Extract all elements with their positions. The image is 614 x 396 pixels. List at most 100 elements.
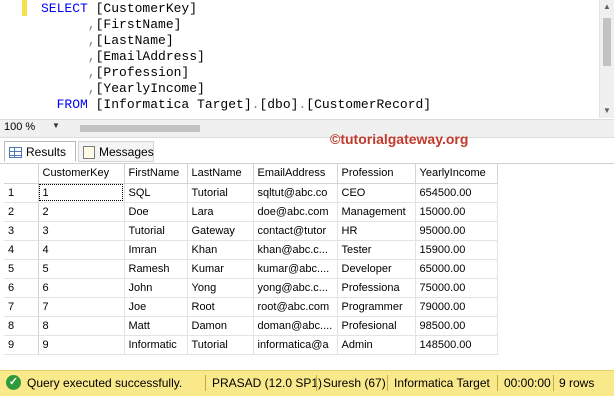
table-cell[interactable]: 5 (38, 259, 125, 279)
table-row[interactable]: 7 7 Joe Root root@abc.com Programmer 79000.00 (4, 297, 498, 317)
code-line[interactable]: FROM [Informatica Target].[dbo].[Custome… (41, 97, 432, 113)
table-cell[interactable]: 79000.00 (415, 297, 498, 317)
column-header[interactable]: YearlyIncome (415, 164, 498, 184)
scrollbar-thumb[interactable] (603, 18, 611, 66)
table-cell[interactable]: Kumar (187, 259, 254, 279)
table-row[interactable]: 3 3 Tutorial Gateway contact@tutor HR 95000.00 (4, 221, 498, 241)
table-cell[interactable]: John (124, 278, 188, 298)
table-cell[interactable]: CEO (337, 183, 416, 203)
code-line[interactable]: ,[EmailAddress] (41, 49, 431, 65)
column-header[interactable]: LastName (187, 164, 254, 184)
table-row[interactable]: 8 8 Matt Damon doman@abc.... Profesional 98500… (4, 316, 498, 336)
table-cell[interactable]: yong@abc.c... (253, 278, 338, 298)
table-row[interactable]: 4 4 Imran Khan khan@abc.c... Tester 15900.00 (4, 240, 498, 260)
code-line[interactable]: ,[Profession] (41, 65, 431, 81)
table-cell[interactable]: Joe (124, 297, 188, 317)
table-cell[interactable]: Imran (124, 240, 188, 260)
row-number[interactable]: 9 (4, 335, 39, 355)
table-cell[interactable]: Khan (187, 240, 254, 260)
table-cell[interactable]: Damon (187, 316, 254, 336)
table-cell[interactable]: 75000.00 (415, 278, 498, 298)
table-cell[interactable]: 654500.00 (415, 183, 498, 203)
table-cell[interactable]: Root (187, 297, 254, 317)
table-cell[interactable]: Informatic (124, 335, 188, 355)
row-number[interactable]: 3 (4, 221, 39, 241)
table-cell[interactable]: sqltut@abc.co (253, 183, 338, 203)
table-row[interactable]: 5 5 Ramesh Kumar kumar@abc.... Developer 65000… (4, 259, 498, 279)
scrollbar-thumb[interactable] (80, 125, 200, 132)
table-cell[interactable]: Tester (337, 240, 416, 260)
zoom-level[interactable]: 100 % (4, 121, 35, 133)
table-cell[interactable]: doman@abc.... (253, 316, 338, 336)
column-header[interactable]: FirstName (124, 164, 188, 184)
status-database: Informatica Target (394, 376, 490, 390)
sql-code[interactable]: SELECT [CustomerKey] ,[FirstName] ,[Last… (41, 1, 431, 113)
tab-results[interactable]: Results (4, 141, 76, 162)
chevron-down-icon[interactable]: ▼ (52, 121, 60, 130)
table-cell[interactable]: 9 (38, 335, 125, 355)
table-cell[interactable]: Tutorial (187, 183, 254, 203)
table-cell[interactable]: 148500.00 (415, 335, 498, 355)
table-cell[interactable]: 98500.00 (415, 316, 498, 336)
table-cell[interactable]: SQL (124, 183, 188, 203)
row-number-header[interactable] (4, 164, 39, 184)
table-cell[interactable]: 15000.00 (415, 202, 498, 222)
table-cell[interactable]: Tutorial (187, 335, 254, 355)
table-cell[interactable]: Tutorial (124, 221, 188, 241)
table-row[interactable]: 1 1 SQL Tutorial sqltut@abc.co CEO 654500.00 (4, 183, 498, 203)
table-cell[interactable]: 3 (38, 221, 125, 241)
table-cell[interactable]: 15900.00 (415, 240, 498, 260)
table-cell[interactable]: Lara (187, 202, 254, 222)
tab-messages[interactable]: Messages (78, 141, 154, 162)
table-cell[interactable]: Developer (337, 259, 416, 279)
sql-editor[interactable]: SELECT [CustomerKey] ,[FirstName] ,[Last… (0, 0, 614, 118)
table-cell[interactable]: 4 (38, 240, 125, 260)
column-header[interactable]: CustomerKey (38, 164, 125, 184)
table-cell[interactable]: 95000.00 (415, 221, 498, 241)
row-number[interactable]: 1 (4, 183, 39, 203)
table-cell[interactable]: Gateway (187, 221, 254, 241)
scroll-up-icon[interactable]: ▲ (600, 0, 614, 14)
table-cell[interactable]: 1 (38, 183, 125, 203)
code-line[interactable]: ,[FirstName] (41, 17, 431, 33)
editor-vertical-scrollbar[interactable]: ▲ ▼ (599, 0, 614, 118)
results-grid[interactable]: CustomerKey FirstName LastName EmailAddr… (0, 164, 614, 370)
code-line[interactable]: ,[LastName] (41, 33, 431, 49)
row-number[interactable]: 7 (4, 297, 39, 317)
table-cell[interactable]: contact@tutor (253, 221, 338, 241)
table-cell[interactable]: doe@abc.com (253, 202, 338, 222)
code-line[interactable]: ,[YearlyIncome] (41, 81, 431, 97)
table-cell[interactable]: Programmer (337, 297, 416, 317)
table-cell[interactable]: Management (337, 202, 416, 222)
table-row[interactable]: 6 6 John Yong yong@abc.c... Professiona 75000.… (4, 278, 498, 298)
table-row[interactable]: 9 9 Informatic Tutorial informatica@a Admin 14… (4, 335, 498, 355)
row-number[interactable]: 8 (4, 316, 39, 336)
table-cell[interactable]: 6 (38, 278, 125, 298)
column-header[interactable]: Profession (337, 164, 416, 184)
table-row[interactable]: 2 2 Doe Lara doe@abc.com Management 15000.00 (4, 202, 498, 222)
row-number[interactable]: 6 (4, 278, 39, 298)
table-cell[interactable]: root@abc.com (253, 297, 338, 317)
code-line[interactable]: SELECT [CustomerKey] (41, 1, 431, 17)
table-cell[interactable]: Matt (124, 316, 188, 336)
row-number[interactable]: 2 (4, 202, 39, 222)
table-cell[interactable]: Profesional (337, 316, 416, 336)
table-cell[interactable]: Ramesh (124, 259, 188, 279)
table-cell[interactable]: khan@abc.c... (253, 240, 338, 260)
table-cell[interactable]: kumar@abc.... (253, 259, 338, 279)
table-cell[interactable]: Admin (337, 335, 416, 355)
row-number[interactable]: 5 (4, 259, 39, 279)
table-cell[interactable]: 65000.00 (415, 259, 498, 279)
table-cell[interactable]: 8 (38, 316, 125, 336)
table-cell[interactable]: 7 (38, 297, 125, 317)
table-cell[interactable]: Doe (124, 202, 188, 222)
table-cell[interactable]: informatica@a (253, 335, 338, 355)
row-number[interactable]: 4 (4, 240, 39, 260)
table-cell[interactable]: HR (337, 221, 416, 241)
table-cell[interactable]: Professiona (337, 278, 416, 298)
table-cell[interactable]: Yong (187, 278, 254, 298)
table-cell[interactable]: 2 (38, 202, 125, 222)
column-header[interactable]: EmailAddress (253, 164, 338, 184)
scroll-down-icon[interactable]: ▼ (600, 104, 614, 118)
grid-icon (9, 147, 22, 159)
